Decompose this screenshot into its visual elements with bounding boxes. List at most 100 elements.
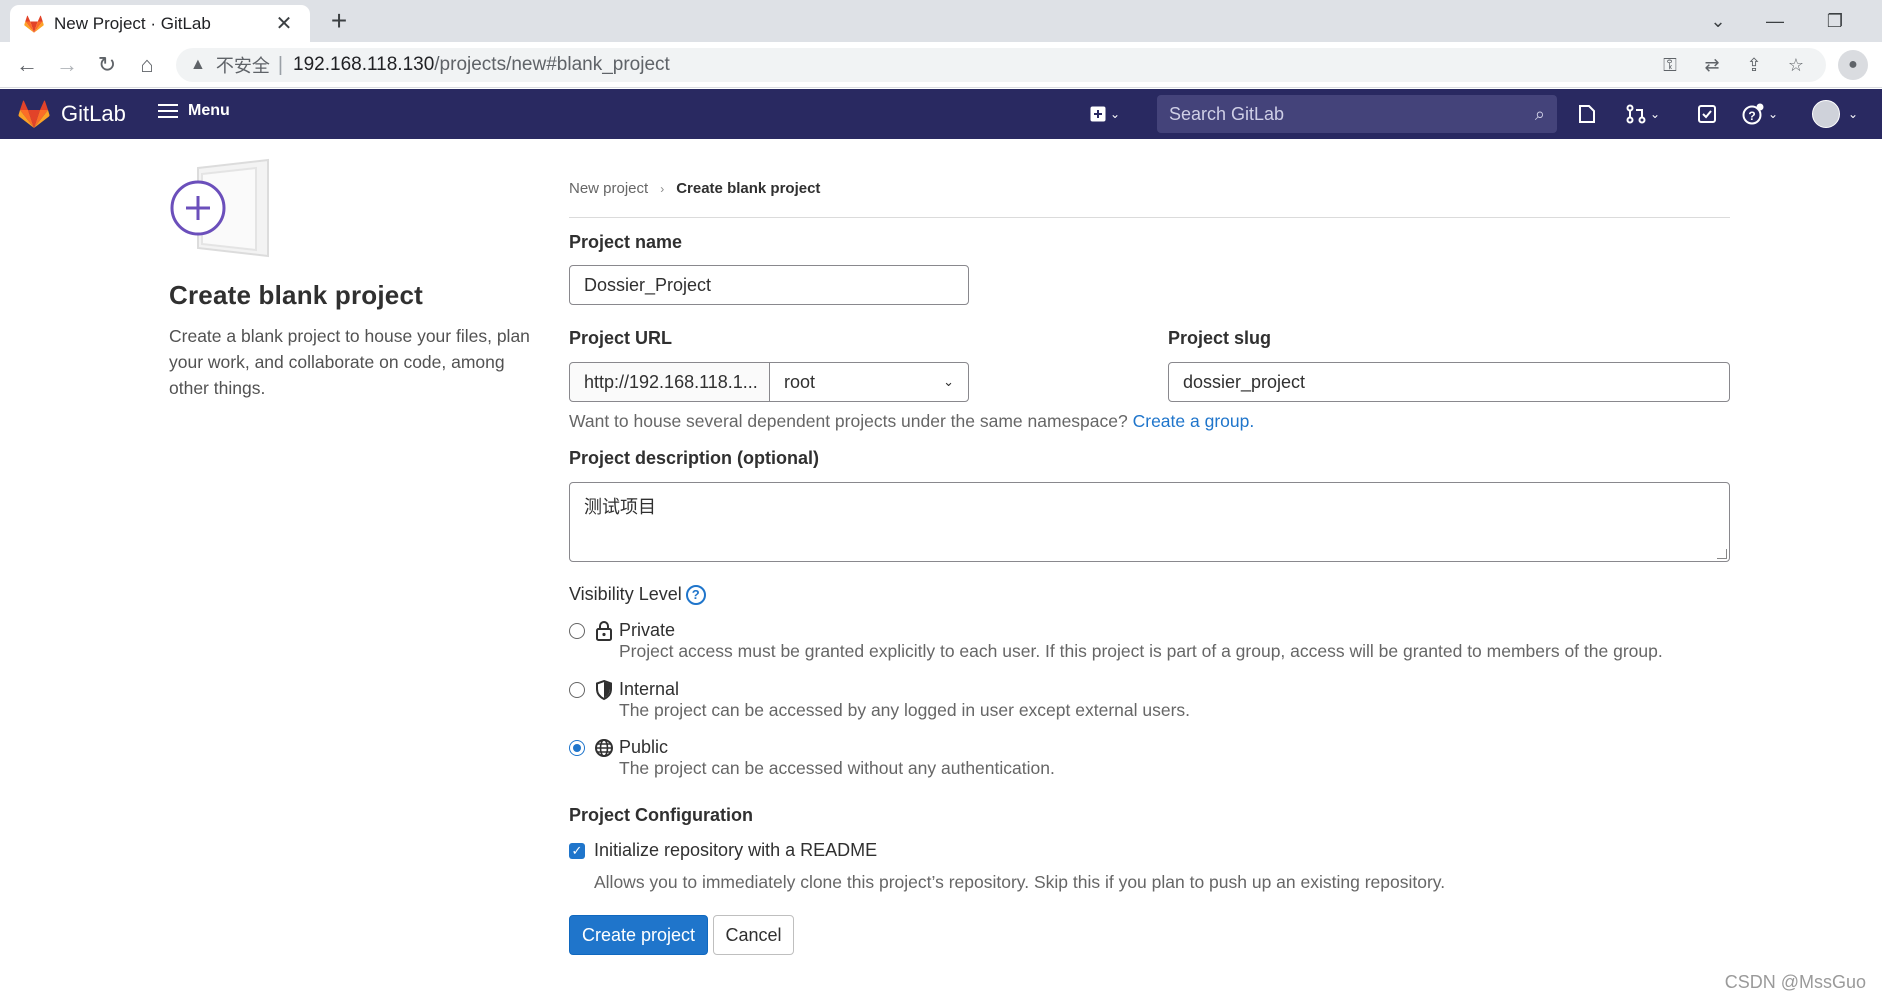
lock-icon	[596, 621, 612, 641]
radio-internal[interactable]	[569, 682, 585, 698]
forward-icon[interactable]: →	[52, 50, 82, 80]
namespace-select[interactable]: root ⌄	[769, 362, 969, 402]
project-description-value: 测试项目	[584, 497, 656, 517]
address-bar[interactable]: ▲ 不安全 | 192.168.118.130 /projects/new#bl…	[176, 48, 1826, 82]
merge-request-icon	[1626, 104, 1646, 124]
chevron-down-icon: ⌄	[1768, 107, 1779, 121]
globe-icon	[595, 739, 613, 757]
page-description: Create a blank project to house your fil…	[169, 326, 530, 398]
readme-checkbox-label[interactable]: Initialize repository with a README	[594, 840, 877, 861]
blank-project-illustration-icon	[170, 158, 269, 258]
watermark: CSDN @MssGuo	[1724, 972, 1866, 992]
tab-close-icon[interactable]: ✕	[272, 11, 296, 36]
star-icon[interactable]: ☆	[1786, 55, 1806, 76]
question-circle-icon[interactable]: ?	[685, 585, 706, 605]
visibility-private-desc: Project access must be granted explicitl…	[619, 641, 1663, 661]
chevron-right-icon: ›	[660, 181, 665, 196]
chevron-down-icon: ⌄	[943, 374, 954, 389]
gitlab-logo-icon[interactable]	[18, 99, 50, 129]
back-icon[interactable]: ←	[12, 50, 42, 80]
visibility-private-name: Private	[619, 620, 676, 640]
tab-search-chevron-icon[interactable]: ⌄	[1688, 4, 1748, 38]
gitlab-brand[interactable]: GitLab	[61, 101, 126, 127]
project-url-prefix-text: http://192.168.118.1...	[584, 371, 758, 392]
visibility-level-label: Visibility Level	[569, 584, 682, 604]
visibility-internal-name: Internal	[619, 679, 680, 699]
namespace-hint-text: Want to house several dependent projects…	[569, 411, 1128, 431]
breadcrumb-new-project[interactable]: New project	[569, 180, 648, 197]
search-icon: ⌕	[1534, 103, 1545, 124]
project-url-prefix: http://192.168.118.1...	[569, 362, 770, 402]
todos-button[interactable]	[1697, 102, 1717, 126]
share-icon[interactable]: ⇪	[1744, 55, 1764, 76]
help-icon: ?	[1742, 103, 1764, 125]
breadcrumb-current[interactable]: Create blank project	[676, 180, 820, 197]
readme-checkbox[interactable]: ✓	[569, 843, 585, 859]
reload-icon[interactable]: ↻	[92, 50, 122, 80]
project-url-label: Project URL	[569, 328, 673, 348]
omnibox-actions: ⚿ ⇄ ⇪ ☆	[1660, 48, 1806, 82]
minimize-icon[interactable]: —	[1745, 4, 1805, 38]
readme-checkbox-desc: Allows you to immediately clone this pro…	[594, 872, 1446, 892]
visibility-level-heading: Visibility Level?	[569, 584, 706, 605]
home-icon[interactable]: ⌂	[132, 50, 162, 80]
radio-public[interactable]	[569, 740, 585, 756]
breadcrumb: New project › Create blank project	[569, 180, 820, 197]
browser-tabbar: New Project · GitLab ✕ + ⌄ — ❐	[0, 0, 1882, 42]
project-description-label: Project description (optional)	[569, 448, 820, 468]
new-dropdown-button[interactable]: ⌄	[1090, 102, 1120, 126]
menu-label: Menu	[188, 102, 230, 119]
warning-icon: ▲	[190, 56, 206, 73]
new-tab-button[interactable]: +	[322, 5, 356, 39]
resize-grip-icon[interactable]	[1717, 549, 1727, 559]
security-label: 不安全	[215, 56, 270, 76]
key-icon[interactable]: ⚿	[1660, 55, 1680, 76]
profile-icon[interactable]: ●	[1838, 50, 1868, 80]
divider	[569, 217, 1730, 218]
tab-title: New Project · GitLab	[54, 13, 211, 33]
project-description-textarea[interactable]: 测试项目	[569, 482, 1730, 562]
namespace-hint: Want to house several dependent projects…	[569, 411, 1254, 432]
menu-button[interactable]: Menu	[158, 102, 230, 120]
project-name-label: Project name	[569, 232, 683, 252]
plus-square-icon	[1090, 106, 1106, 122]
project-slug-label: Project slug	[1168, 328, 1272, 348]
todo-icon	[1698, 105, 1716, 123]
create-project-button[interactable]: Create project	[569, 915, 708, 955]
help-button[interactable]: ? ⌄	[1742, 102, 1778, 126]
project-slug-input[interactable]: dossier_project	[1168, 362, 1730, 402]
search-box[interactable]: ⌕	[1157, 95, 1557, 133]
merge-requests-button[interactable]: ⌄	[1626, 102, 1660, 126]
page-title: Create blank project	[169, 280, 423, 310]
separator: |	[277, 53, 284, 76]
chevron-down-icon: ⌄	[1650, 107, 1661, 121]
svg-text:?: ?	[1748, 109, 1755, 123]
project-configuration-label: Project Configuration	[569, 805, 753, 825]
gitlab-favicon-icon	[24, 15, 44, 33]
user-avatar[interactable]	[1812, 100, 1840, 128]
shield-icon	[596, 679, 612, 701]
restore-icon[interactable]: ❐	[1805, 4, 1865, 38]
hamburger-icon	[158, 104, 178, 118]
visibility-internal-desc: The project can be accessed by any logge…	[619, 700, 1191, 720]
cancel-button[interactable]: Cancel	[713, 915, 794, 955]
radio-private[interactable]	[569, 623, 585, 639]
issues-icon	[1579, 105, 1595, 123]
create-group-link[interactable]: Create a group.	[1133, 411, 1255, 431]
project-name-input[interactable]: Dossier_Project	[569, 265, 969, 305]
url-host: 192.168.118.130	[293, 54, 435, 75]
user-menu-chevron-icon[interactable]: ⌄	[1848, 102, 1858, 126]
browser-toolbar: ← → ↻ ⌂ ▲ 不安全 | 192.168.118.130 /project…	[0, 42, 1882, 88]
project-slug-value: dossier_project	[1183, 371, 1306, 392]
visibility-public-desc: The project can be accessed without any …	[619, 758, 1055, 778]
namespace-value: root	[784, 371, 816, 392]
project-name-value: Dossier_Project	[584, 274, 712, 295]
url-path: /projects/new#blank_project	[434, 54, 670, 75]
chevron-down-icon: ⌄	[1110, 107, 1121, 121]
gitlab-top-nav: GitLab Menu ⌄ ⌕ ⌄ ? ⌄ ⌄	[0, 89, 1882, 139]
search-input[interactable]	[1169, 103, 1535, 125]
visibility-public-name: Public	[619, 737, 669, 757]
browser-tab[interactable]: New Project · GitLab ✕	[10, 5, 310, 42]
issues-button[interactable]	[1578, 102, 1596, 126]
translate-icon[interactable]: ⇄	[1702, 55, 1722, 76]
